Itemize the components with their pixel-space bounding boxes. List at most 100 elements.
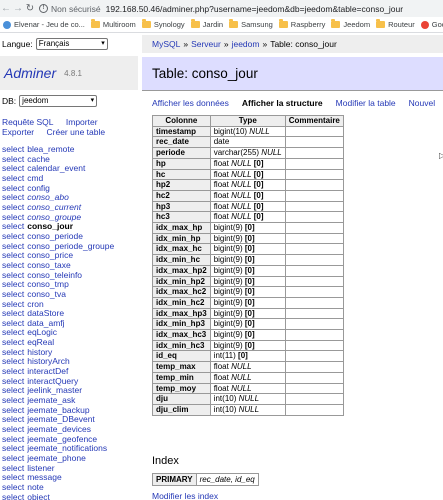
modify-indexes-link[interactable]: Modifier les index <box>152 491 218 500</box>
select-table-link[interactable]: select <box>2 260 24 270</box>
select-table-link[interactable]: select <box>2 154 24 164</box>
action-link[interactable]: Afficher les données <box>152 98 229 108</box>
table-name-link[interactable]: conso_taxe <box>27 260 70 270</box>
info-icon[interactable]: ! <box>39 4 48 13</box>
select-table-link[interactable]: select <box>2 482 24 492</box>
table-name-link[interactable]: interactQuery <box>27 376 78 386</box>
create-table-link[interactable]: Créer une table <box>47 127 106 137</box>
table-name-link[interactable]: data_amfj <box>27 318 64 328</box>
table-name-link[interactable]: config <box>27 183 50 193</box>
table-name-link[interactable]: conso_jour <box>27 221 73 231</box>
table-name-link[interactable]: eqReal <box>27 337 54 347</box>
select-table-link[interactable]: select <box>2 192 24 202</box>
bookmark-item[interactable]: Jeedom <box>331 19 370 29</box>
table-name-link[interactable]: calendar_event <box>27 163 85 173</box>
table-name-link[interactable]: jeemate_DBevent <box>27 414 95 425</box>
table-name-link[interactable]: jeemate_notifications <box>27 443 107 454</box>
sql-command-link[interactable]: Requête SQL <box>2 117 54 127</box>
select-table-link[interactable]: select <box>2 492 24 500</box>
db-select[interactable]: jeedom ▾ <box>19 95 98 107</box>
url-field[interactable]: 192.168.50.46/adminer.php?username=jeedo… <box>106 4 403 14</box>
table-name-link[interactable]: conso_abo <box>27 192 69 202</box>
select-table-link[interactable]: select <box>2 414 24 425</box>
select-table-link[interactable]: select <box>2 279 24 289</box>
select-table-link[interactable]: select <box>2 241 24 251</box>
forward-arrow-icon[interactable]: → <box>12 3 24 14</box>
import-link[interactable]: Importer <box>66 117 98 127</box>
table-name-link[interactable]: dataStore <box>27 308 64 318</box>
table-name-link[interactable]: conso_periode_groupe <box>27 241 114 251</box>
table-name-link[interactable]: jeemate_ask <box>27 395 75 405</box>
bookmark-item[interactable]: Samsung <box>229 19 273 29</box>
select-table-link[interactable]: select <box>2 376 24 386</box>
bookmark-item[interactable]: Elvenar - Jeu de co... <box>3 20 85 29</box>
select-table-link[interactable]: select <box>2 250 24 260</box>
breadcrumb-item[interactable]: jeedom <box>232 39 260 49</box>
select-table-link[interactable]: select <box>2 144 24 154</box>
back-arrow-icon[interactable]: ← <box>0 3 12 14</box>
table-name-link[interactable]: blea_remote <box>27 144 74 154</box>
select-table-link[interactable]: select <box>2 337 24 347</box>
select-table-link[interactable]: select <box>2 395 24 405</box>
select-table-link[interactable]: select <box>2 424 24 434</box>
select-table-link[interactable]: select <box>2 289 24 299</box>
table-name-link[interactable]: note <box>27 482 44 492</box>
select-table-link[interactable]: select <box>2 231 24 241</box>
select-table-link[interactable]: select <box>2 405 24 415</box>
table-name-link[interactable]: eqLogic <box>27 327 57 338</box>
bookmark-item[interactable]: Multiroom <box>90 19 136 29</box>
select-table-link[interactable]: select <box>2 463 24 473</box>
table-name-link[interactable]: interactDef <box>27 366 68 376</box>
select-table-link[interactable]: select <box>2 163 24 173</box>
table-name-link[interactable]: conso_price <box>27 250 73 260</box>
breadcrumb-item[interactable]: Serveur <box>191 39 221 49</box>
table-name-link[interactable]: conso_tva <box>27 289 66 299</box>
table-name-link[interactable]: cache <box>27 154 50 164</box>
table-name-link[interactable]: jeemate_backup <box>27 405 89 415</box>
select-table-link[interactable]: select <box>2 308 24 318</box>
select-table-link[interactable]: select <box>2 453 24 463</box>
select-table-link[interactable]: select <box>2 221 24 231</box>
security-label[interactable]: Non sécurisé <box>51 4 101 14</box>
bookmark-item[interactable]: Raspberry <box>278 19 325 29</box>
select-table-link[interactable]: select <box>2 173 24 183</box>
breadcrumb-item[interactable]: MySQL <box>152 39 180 49</box>
language-select[interactable]: Français ▾ <box>35 38 108 50</box>
table-name-link[interactable]: cron <box>27 299 44 309</box>
table-name-link[interactable]: object <box>27 492 50 500</box>
table-name-link[interactable]: message <box>27 472 62 482</box>
select-table-link[interactable]: select <box>2 434 24 444</box>
action-link[interactable]: Nouvel <box>409 98 435 108</box>
table-name-link[interactable]: listener <box>27 463 54 473</box>
select-table-link[interactable]: select <box>2 299 24 309</box>
export-link[interactable]: Exporter <box>2 127 34 137</box>
select-table-link[interactable]: select <box>2 347 24 357</box>
adminer-logo[interactable]: Adminer <box>4 65 56 81</box>
select-table-link[interactable]: select <box>2 356 24 367</box>
select-table-link[interactable]: select <box>2 318 24 328</box>
bookmark-item[interactable]: Jardin <box>190 19 223 29</box>
table-name-link[interactable]: history <box>27 347 52 357</box>
select-table-link[interactable]: select <box>2 270 24 280</box>
bookmark-item[interactable]: Routeur <box>376 19 415 29</box>
reload-icon[interactable]: ↻ <box>24 3 36 14</box>
table-name-link[interactable]: conso_groupe <box>27 212 81 222</box>
select-table-link[interactable]: select <box>2 202 24 212</box>
select-table-link[interactable]: select <box>2 366 24 376</box>
action-link[interactable]: Modifier la table <box>336 98 396 108</box>
table-name-link[interactable]: jeemate_phone <box>27 453 86 463</box>
select-table-link[interactable]: select <box>2 183 24 193</box>
table-name-link[interactable]: conso_tmp <box>27 279 69 289</box>
table-name-link[interactable]: jeemate_devices <box>27 424 91 434</box>
table-name-link[interactable]: jeemate_geofence <box>27 434 97 444</box>
table-name-link[interactable]: jeelink_master <box>27 385 82 396</box>
table-name-link[interactable]: conso_periode <box>27 231 83 241</box>
select-table-link[interactable]: select <box>2 327 24 338</box>
table-name-link[interactable]: historyArch <box>27 356 70 367</box>
bookmark-item[interactable]: Google Hom <box>420 20 443 29</box>
select-table-link[interactable]: select <box>2 443 24 454</box>
table-name-link[interactable]: conso_teleinfo <box>27 270 82 280</box>
table-name-link[interactable]: cmd <box>27 173 43 183</box>
select-table-link[interactable]: select <box>2 212 24 222</box>
select-table-link[interactable]: select <box>2 385 24 396</box>
